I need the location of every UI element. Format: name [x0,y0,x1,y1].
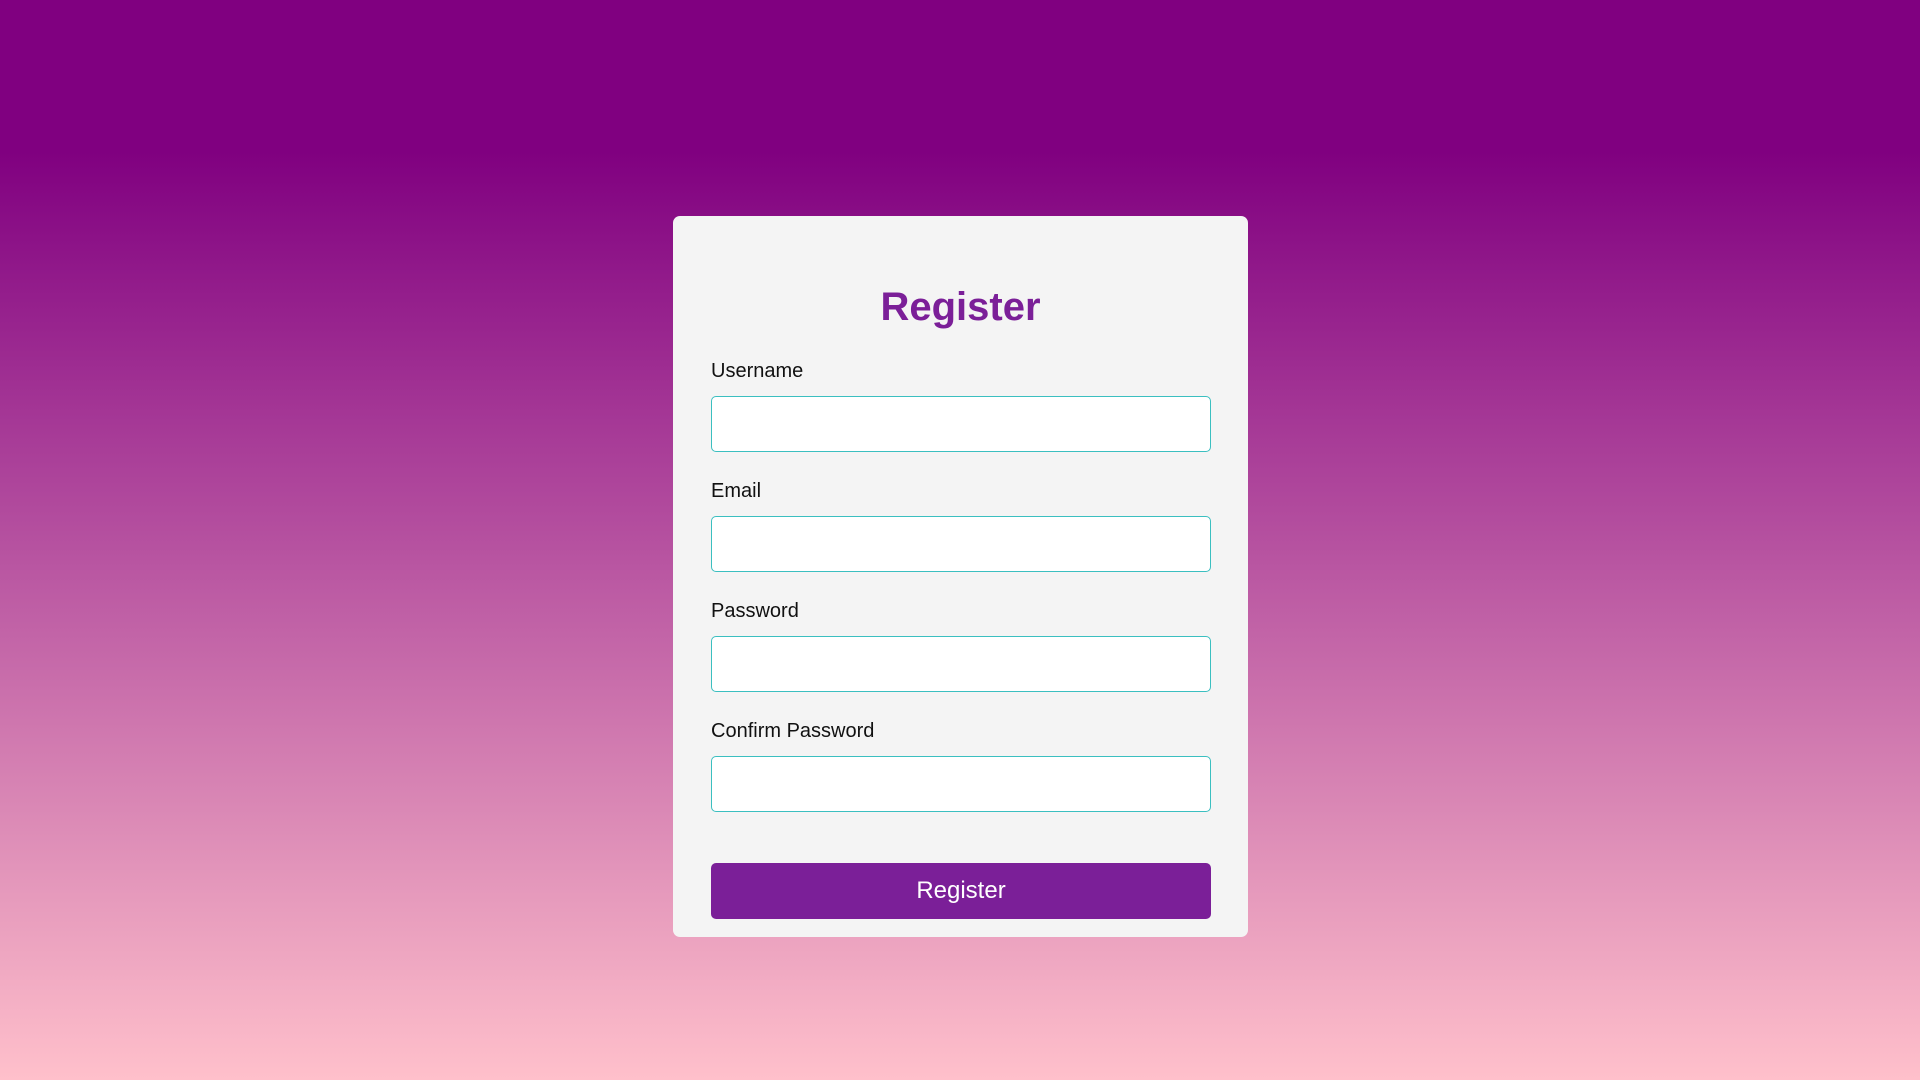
confirm-password-group: Confirm Password [711,718,1211,812]
username-group: Username [711,358,1211,452]
register-card: Register Username Email Password Confirm… [673,216,1248,937]
username-input[interactable] [711,396,1211,452]
password-label: Password [711,600,799,622]
password-input[interactable] [711,636,1211,692]
email-input[interactable] [711,516,1211,572]
email-label: Email [711,480,762,502]
username-label: Username [711,360,804,382]
email-group: Email [711,478,1211,572]
register-button[interactable]: Register [711,863,1211,919]
confirm-password-input[interactable] [711,756,1211,812]
confirm-password-label: Confirm Password [711,720,875,742]
password-group: Password [711,598,1211,692]
form-title: Register [880,285,1041,329]
